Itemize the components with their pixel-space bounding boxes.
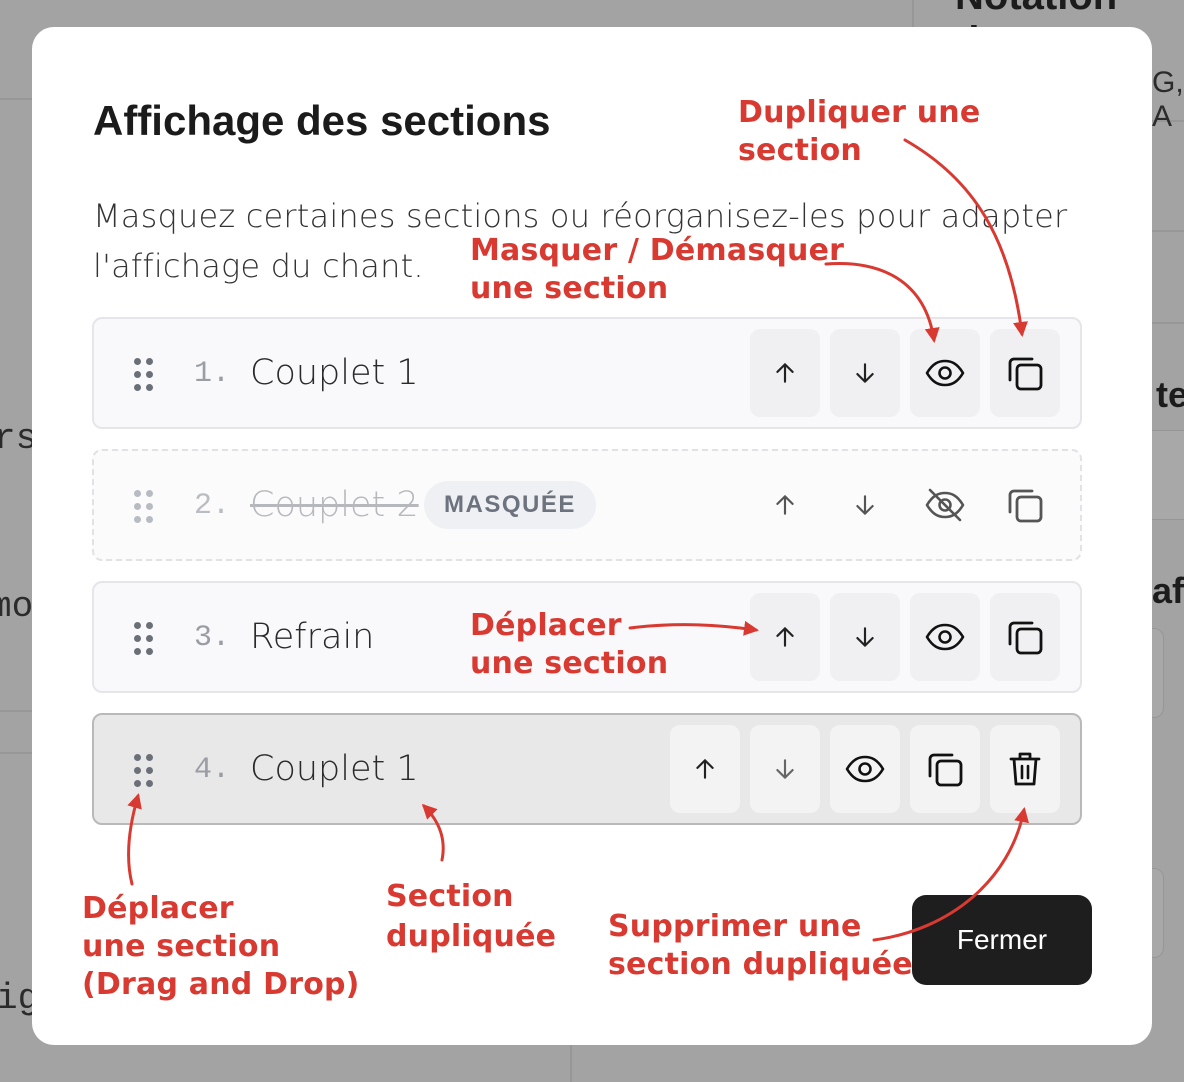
section-label: Couplet 1	[250, 749, 419, 789]
copy-icon	[1008, 621, 1043, 655]
section-label: Couplet 2	[250, 485, 419, 525]
bg-heading: aff	[1152, 570, 1184, 611]
section-label: Couplet 1	[250, 353, 419, 393]
annotation-move: Déplacer une section	[470, 608, 669, 681]
arrow-down-icon	[856, 495, 874, 515]
annotation-delete: Supprimer une section dupliquée	[608, 909, 913, 982]
move-up-button[interactable]	[750, 329, 820, 417]
close-button[interactable]: Fermer	[912, 895, 1092, 985]
section-label: Refrain	[250, 617, 375, 657]
section-row-hidden[interactable]: 2. Couplet 2 MASQUÉE	[92, 449, 1082, 561]
annotation-drag-drop: Déplacer une section (Drag and Drop)	[82, 891, 360, 1002]
trash-icon	[1009, 752, 1041, 786]
arrow-up-icon	[696, 759, 714, 779]
drag-handle-icon[interactable]	[134, 622, 156, 656]
move-down-button[interactable]	[830, 329, 900, 417]
move-up-button[interactable]	[670, 725, 740, 813]
drag-handle-icon[interactable]	[134, 754, 156, 788]
duplicate-button[interactable]	[990, 461, 1060, 549]
section-number: 2.	[194, 489, 231, 523]
section-row[interactable]: 1. Couplet 1	[92, 317, 1082, 429]
move-down-button[interactable]	[830, 461, 900, 549]
section-number: 4.	[194, 753, 231, 787]
move-up-button[interactable]	[750, 461, 820, 549]
toggle-visibility-button[interactable]	[910, 593, 980, 681]
copy-icon	[928, 753, 963, 787]
duplicate-button[interactable]	[990, 593, 1060, 681]
toggle-visibility-button[interactable]	[830, 725, 900, 813]
hidden-badge: MASQUÉE	[424, 481, 596, 529]
toggle-visibility-button[interactable]	[910, 329, 980, 417]
arrow-up-icon	[776, 363, 794, 383]
arrow-down-icon	[776, 759, 794, 779]
section-row-duplicate[interactable]: 4. Couplet 1	[92, 713, 1082, 825]
eye-off-icon	[925, 488, 965, 522]
arrow-up-icon	[776, 495, 794, 515]
arrow-down-icon	[856, 627, 874, 647]
eye-icon	[845, 755, 885, 783]
duplicate-button[interactable]	[990, 329, 1060, 417]
arrow-down-icon	[856, 363, 874, 383]
duplicate-button[interactable]	[910, 725, 980, 813]
copy-icon	[1008, 357, 1043, 391]
move-up-button[interactable]	[750, 593, 820, 681]
copy-icon	[1008, 489, 1043, 523]
annotation-toggle-visibility: Masquer / Démasquer une section	[470, 233, 845, 306]
move-down-button[interactable]	[830, 593, 900, 681]
drag-handle-icon[interactable]	[134, 490, 156, 524]
drag-handle-icon[interactable]	[134, 358, 156, 392]
annotation-duplicate: Dupliquer une section	[738, 95, 981, 168]
bg-fragment: mo	[0, 586, 34, 627]
move-down-button[interactable]	[750, 725, 820, 813]
section-number: 1.	[194, 357, 231, 391]
bg-fragment: G, A	[1152, 66, 1184, 133]
eye-icon	[925, 623, 965, 651]
description-line-1: Masquez certaines sections ou réorganise…	[93, 197, 1068, 235]
modal-title: Affichage des sections	[93, 97, 551, 144]
section-number: 3.	[194, 621, 231, 655]
eye-icon	[925, 359, 965, 387]
description-line-2: l'affichage du chant.	[93, 247, 424, 285]
arrow-up-icon	[776, 627, 794, 647]
toggle-visibility-button[interactable]	[910, 461, 980, 549]
annotation-duplicated-section: Section dupliquée	[386, 879, 557, 954]
delete-button[interactable]	[990, 725, 1060, 813]
bg-heading: te	[1156, 374, 1184, 415]
